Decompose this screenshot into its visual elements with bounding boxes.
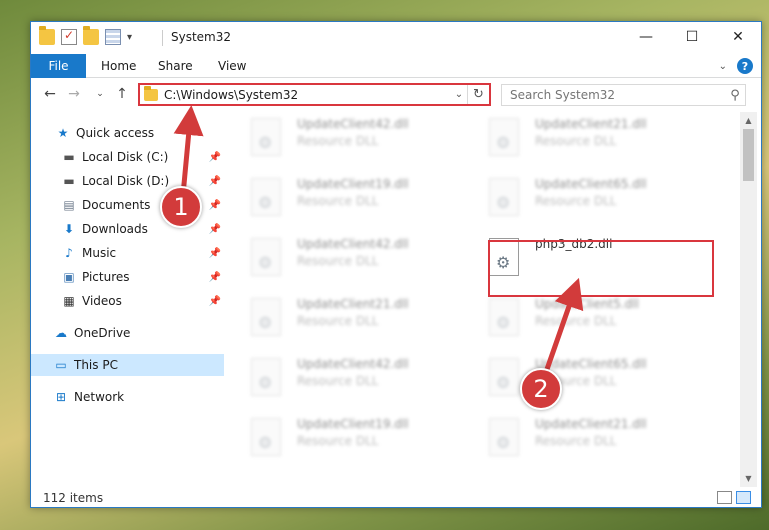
arrow-2: [542, 277, 584, 376]
annotation-arrows: [173, 105, 584, 376]
step-marker-2: 2: [520, 368, 562, 410]
arrow-1: [173, 105, 204, 196]
step-marker-1: 1: [160, 186, 202, 228]
